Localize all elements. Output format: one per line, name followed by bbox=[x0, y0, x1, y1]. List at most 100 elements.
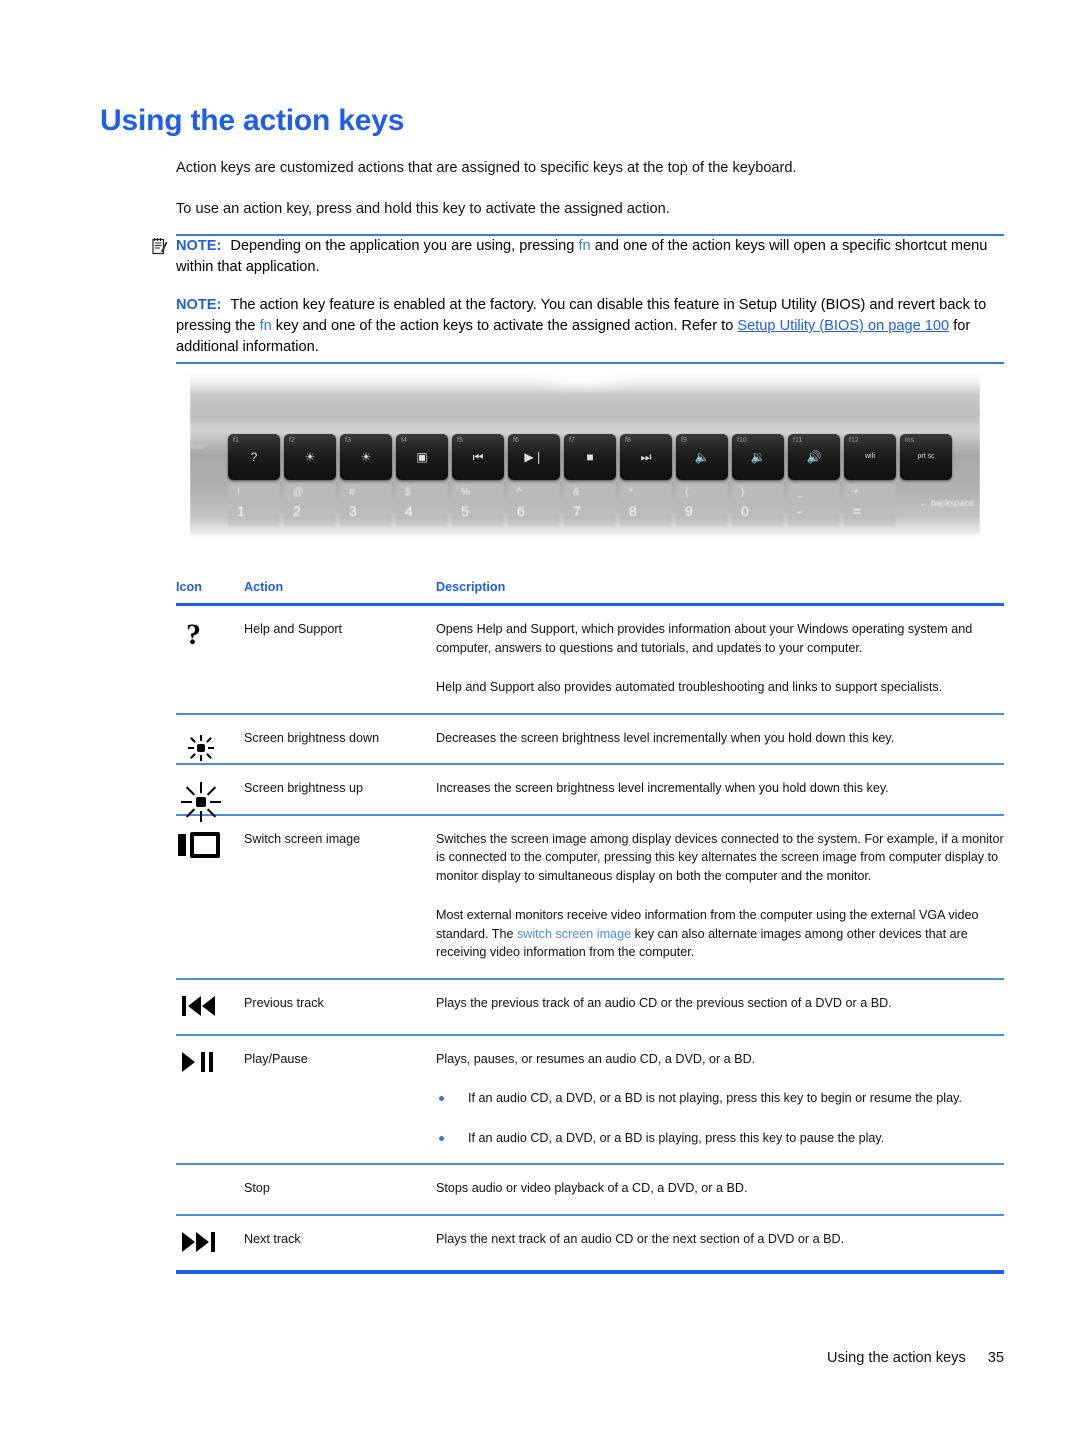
table-row: Play/Pause Plays, pauses, or resumes an … bbox=[176, 1035, 1004, 1165]
setup-utility-bios-link[interactable]: Setup Utility (BIOS) on page 100 bbox=[737, 318, 949, 334]
stop-key-glyph: ■ bbox=[586, 450, 594, 464]
numkey-6: ^ 6 bbox=[508, 484, 560, 526]
numkey-equals-number: = bbox=[853, 503, 862, 519]
row-brightness-up-description: Increases the screen brightness level in… bbox=[436, 764, 1004, 815]
fkey-f4: f4 ▣ bbox=[396, 434, 448, 480]
table-row: Switch screen image Switches the screen … bbox=[176, 815, 1004, 979]
fkey-f2-num: f2 bbox=[289, 437, 295, 444]
table-body: ? Help and Support Opens Help and Suppor… bbox=[176, 605, 1004, 1272]
numkey-2-number: 2 bbox=[293, 503, 301, 519]
fkey-f4-num: f4 bbox=[401, 437, 407, 444]
table-row: Screen brightness down Decreases the scr… bbox=[176, 714, 1004, 765]
numkey-equals-symbol: + bbox=[853, 487, 859, 498]
column-header-description: Description bbox=[436, 580, 506, 594]
note-1-fn-key: fn bbox=[578, 238, 591, 254]
numkey-minus-symbol: _ bbox=[797, 487, 803, 498]
row-help-desc-p2: Help and Support also provides automated… bbox=[436, 680, 943, 694]
row-play-pause-icon-cell bbox=[176, 1035, 244, 1165]
column-header-icon: Icon bbox=[176, 580, 202, 594]
numkey-3-number: 3 bbox=[349, 503, 357, 519]
switch-screen-key-glyph: ▣ bbox=[416, 450, 428, 464]
numkey-4: $4 bbox=[396, 484, 448, 526]
row-stop-icon-cell bbox=[176, 1164, 244, 1215]
fkey-f6-num: f6 bbox=[513, 437, 519, 444]
fkey-prtsc-num: ins bbox=[905, 437, 914, 444]
table-row: Stop Stops audio or video playback of a … bbox=[176, 1164, 1004, 1215]
note-2-fn-key: fn bbox=[259, 318, 272, 334]
fkey-f3-num: f3 bbox=[345, 437, 351, 444]
row-play-pause-action: Play/Pause bbox=[244, 1051, 308, 1066]
keyboard-photo: esc f1 ? f2 ☀ f3 ☀ f4 ▣ f5 ⏮ f6 ▶❘ f7 ■ … bbox=[190, 372, 980, 537]
row-previous-track-description: Plays the previous track of an audio CD … bbox=[436, 979, 1004, 1035]
row-stop-description: Stops audio or video playback of a CD, a… bbox=[436, 1164, 1004, 1215]
footer-section-title: Using the action keys bbox=[827, 1350, 966, 1366]
numkey-6-number: 6 bbox=[517, 503, 525, 519]
column-header-action: Action bbox=[244, 580, 284, 594]
row-switch-screen-action: Switch screen image bbox=[244, 831, 361, 846]
numkey-4-symbol: $ bbox=[405, 487, 411, 498]
mute-key-glyph: 🔊 bbox=[806, 450, 822, 464]
row-brightness-down-desc-p1: Decreases the screen brightness level in… bbox=[436, 730, 895, 745]
numkey-8-number: 8 bbox=[629, 503, 637, 519]
footer-page-number: 35 bbox=[987, 1350, 1004, 1366]
numkey-5: % 5 bbox=[452, 484, 504, 526]
keyboard-function-key-row: f1 ? f2 ☀ f3 ☀ f4 ▣ f5 ⏮ f6 ▶❘ f7 ■ f8 ⏭… bbox=[228, 434, 952, 480]
numkey-0: ) 0 bbox=[732, 484, 784, 526]
action-keys-table: Icon Action Description ? Help and Suppo… bbox=[176, 576, 1004, 1274]
note-2-body: NOTE: The action key feature is enabled a… bbox=[176, 295, 1004, 358]
play-pause-bullet-list: If an audio CD, a DVD, or a BD is not pl… bbox=[436, 1089, 1004, 1147]
fkey-f6: f6 ▶❘ bbox=[508, 434, 560, 480]
numkey-0-symbol: ) bbox=[741, 487, 745, 498]
row-brightness-down-icon-cell bbox=[176, 714, 244, 765]
volume-down-key-glyph: 🔈 bbox=[694, 450, 710, 464]
fkey-f7-num: f7 bbox=[569, 437, 575, 444]
table-row: Screen brightness up Increases the scree… bbox=[176, 764, 1004, 822]
intro-paragraph-1: Action keys are customized actions that … bbox=[176, 160, 797, 176]
question-mark-icon: ? bbox=[186, 618, 201, 651]
row-brightness-up-action: Screen brightness up bbox=[244, 781, 364, 795]
note-1-text-1: Depending on the application you are usi… bbox=[230, 238, 579, 254]
fkey-f8: f8 ⏭ bbox=[620, 434, 672, 480]
numkey-9-symbol: ( bbox=[685, 487, 689, 498]
note-2-label: NOTE: bbox=[176, 297, 222, 313]
help-key-glyph: ? bbox=[250, 450, 258, 464]
next-track-icon bbox=[182, 1230, 228, 1254]
numkey-5-number: 5 bbox=[461, 503, 469, 519]
intro-paragraph-2: To use an action key, press and hold thi… bbox=[176, 201, 670, 217]
numkey-1-symbol: ! bbox=[237, 487, 240, 498]
numkey-8: * 8 bbox=[620, 484, 672, 526]
print-screen-key-glyph: prt sc bbox=[917, 453, 935, 460]
next-track-key-glyph: ⏭ bbox=[640, 450, 652, 464]
keyboard-backspace-label: ← backspace bbox=[919, 498, 974, 508]
numkey-3-symbol: # bbox=[349, 487, 355, 498]
numkey-2: @2 bbox=[284, 484, 336, 526]
row-brightness-down-description: Decreases the screen brightness level in… bbox=[436, 714, 1004, 765]
row-play-pause-description: Plays, pauses, or resumes an audio CD, a… bbox=[436, 1035, 1004, 1165]
numkey-6-symbol: ^ bbox=[517, 487, 522, 498]
row-switch-screen-icon-cell bbox=[176, 815, 244, 979]
table-row: ? Help and Support Opens Help and Suppor… bbox=[176, 605, 1004, 714]
previous-track-icon bbox=[182, 994, 228, 1018]
fkey-f12-num: f12 bbox=[849, 437, 859, 444]
numkey-equals: + = bbox=[844, 484, 896, 526]
table-header-row: Icon Action Description bbox=[176, 576, 1004, 605]
note-1-body: NOTE: Depending on the application you ar… bbox=[176, 236, 1004, 278]
table-row: Next track Plays the next track of an au… bbox=[176, 1215, 1004, 1272]
list-item: If an audio CD, a DVD, or a BD is not pl… bbox=[436, 1089, 1004, 1108]
numkey-2-symbol: @ bbox=[293, 487, 304, 498]
numkey-1-number: 1 bbox=[237, 503, 245, 519]
row-next-track-description: Plays the next track of an audio CD or t… bbox=[436, 1215, 1004, 1272]
numkey-7-symbol: & bbox=[573, 487, 580, 498]
note-2-text-2: key and one of the action keys to activa… bbox=[271, 318, 738, 334]
fkey-f10: f10 🔉 bbox=[732, 434, 784, 480]
fkey-f11-num: f11 bbox=[793, 437, 803, 444]
row-previous-track-action: Previous track bbox=[244, 995, 324, 1010]
page-footer: Using the action keys 35 bbox=[827, 1350, 1004, 1366]
row-help-action: Help and Support bbox=[244, 622, 343, 636]
numkey-0-number: 0 bbox=[741, 503, 749, 519]
fkey-f5-num: f5 bbox=[457, 437, 463, 444]
row-help-description: Opens Help and Support, which provides i… bbox=[436, 605, 1004, 714]
row-switch-screen-desc-p1: Switches the screen image among display … bbox=[436, 831, 1004, 883]
row-previous-track-desc-p1: Plays the previous track of an audio CD … bbox=[436, 995, 892, 1010]
switch-screen-image-inline-link[interactable]: switch screen image bbox=[517, 927, 631, 941]
